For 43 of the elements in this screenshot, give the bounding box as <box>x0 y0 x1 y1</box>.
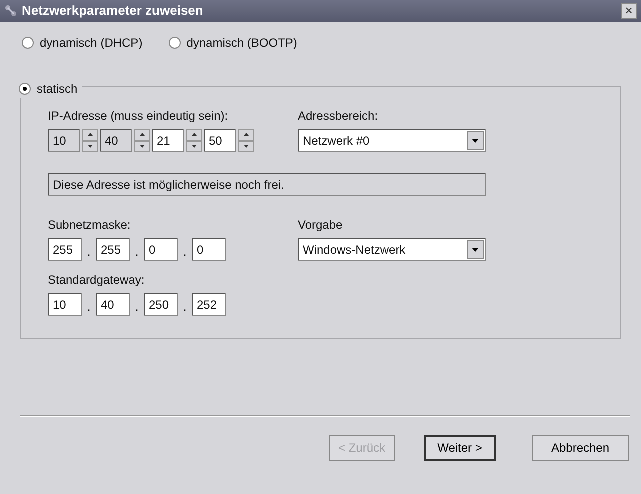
field-label: Vorgabe <box>298 217 344 234</box>
input-field[interactable]: 40 <box>96 293 130 316</box>
radio-label: dynamisch (DHCP) <box>40 35 143 52</box>
network-icon <box>4 4 18 18</box>
radio-button[interactable] <box>19 83 31 95</box>
window-title: Netzwerkparameter zuweisen <box>22 2 204 20</box>
input-field[interactable]: 250 <box>144 293 178 316</box>
field-label: Adressbereich: <box>298 108 380 125</box>
close-button[interactable]: × <box>621 3 637 19</box>
input-field[interactable]: 255 <box>96 238 130 261</box>
spin-buttons[interactable] <box>134 129 150 152</box>
spin-buttons[interactable] <box>238 129 254 152</box>
separator-dot: . <box>134 299 140 316</box>
separator-dot: . <box>182 244 188 261</box>
radio-button[interactable] <box>168 37 181 49</box>
dropdown-value: Netzwerk #0 <box>303 132 370 150</box>
spin-buttons[interactable] <box>186 129 202 152</box>
dropdown-value: Windows-Netzwerk <box>303 242 406 258</box>
status-field: Diese Adresse ist möglicherweise noch frei. <box>48 173 486 196</box>
spin-field[interactable]: 21 <box>152 129 184 152</box>
input-field[interactable]: 0 <box>144 238 178 261</box>
field-label: Standardgateway: <box>48 272 146 289</box>
field-label: Subnetzmaske: <box>48 217 132 234</box>
radio-button[interactable] <box>22 37 34 49</box>
radio-label: statisch <box>37 81 78 98</box>
input-field[interactable]: 255 <box>48 238 82 261</box>
spin-field[interactable]: 50 <box>204 129 236 152</box>
field-label: IP-Adresse (muss eindeutig sein): <box>48 108 230 125</box>
input-field[interactable]: 10 <box>48 293 82 316</box>
caret-icon <box>472 138 479 142</box>
separator-dot: . <box>86 299 92 316</box>
separator-dot: . <box>134 244 140 261</box>
wizard-button[interactable]: Abbrechen <box>532 435 629 461</box>
dropdown[interactable]: Netzwerk #0 <box>298 129 486 152</box>
separator-dot: . <box>182 299 188 316</box>
caret-icon <box>472 248 479 252</box>
input-field[interactable]: 252 <box>192 293 226 316</box>
dropdown[interactable]: Windows-Netzwerk <box>298 238 486 261</box>
wizard-button[interactable]: Weiter > <box>424 435 496 461</box>
input-field[interactable]: 0 <box>192 238 226 261</box>
spin-buttons[interactable] <box>82 129 98 152</box>
radio-label: dynamisch (BOOTP) <box>186 35 298 52</box>
separator-dot: . <box>86 244 92 261</box>
